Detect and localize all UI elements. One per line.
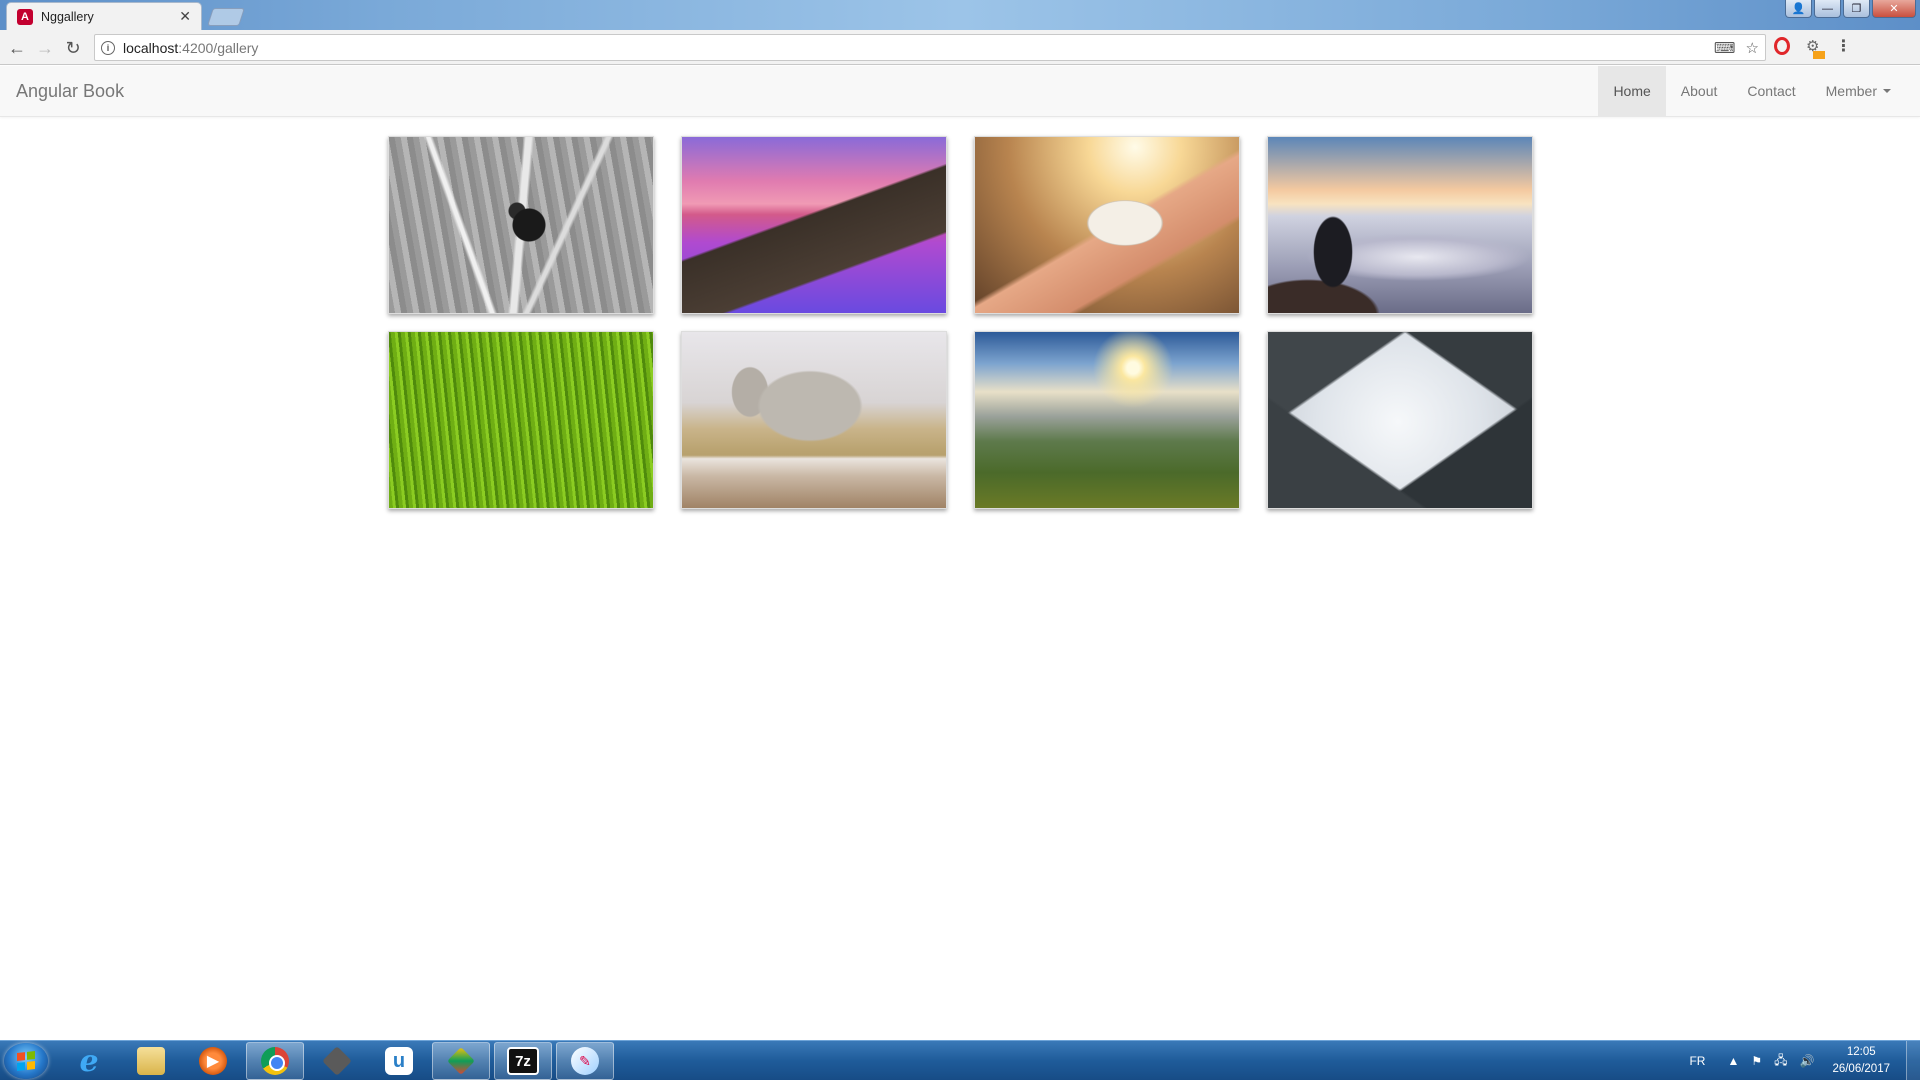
caret-down-icon [1883,89,1891,93]
tab-title: Nggallery [41,9,94,24]
opera-extension-icon[interactable] [1774,37,1790,55]
address-bar[interactable]: i localhost:4200/gallery ⌨ ☆ [94,34,1766,61]
browser-menu-icon[interactable]: ⋮ [1835,36,1851,56]
navbar-brand[interactable]: Angular Book [16,81,124,102]
windows-taskbar: e ▶ u 7z ✎ FR ▲ ⚑ 🖧 🔊 12:05 26/06/2017 [0,1040,1920,1081]
gallery-image-ladybug[interactable] [388,136,654,314]
site-navbar: Angular Book Home About Contact Member [0,66,1920,117]
gallery-image-hills-sunset[interactable] [974,331,1240,509]
system-clock[interactable]: 12:05 26/06/2017 [1832,1044,1890,1078]
nav-link-about[interactable]: About [1666,66,1733,116]
url-text: localhost:4200/gallery [123,39,259,56]
browser-tab[interactable]: A Nggallery ✕ [6,2,202,30]
paint-icon: ✎ [571,1047,599,1075]
browser-tabstrip: A Nggallery ✕ 👤 — ❐ ✕ [0,0,1920,30]
language-indicator[interactable]: FR [1689,1054,1705,1068]
volume-icon[interactable]: 🔊 [1799,1054,1814,1068]
gallery-image-man-above-clouds[interactable] [1267,136,1533,314]
taskbar-7zip[interactable]: 7z [494,1042,552,1080]
translate-icon[interactable]: ⌨ [1714,39,1736,57]
taskbar-media-player[interactable]: ▶ [184,1042,242,1080]
diamond-app-icon [447,1047,475,1075]
browser-toolbar: ← → ↻ i localhost:4200/gallery ⌨ ☆ ⚙ ⋮ [0,30,1920,65]
taskbar-paint[interactable]: ✎ [556,1042,614,1080]
gallery-image-elephant[interactable] [681,331,947,509]
navbar-links: Home About Contact Member [1598,66,1906,116]
member-label: Member [1825,83,1877,99]
gallery-image-pier-sunset[interactable] [681,136,947,314]
maximize-button[interactable]: ❐ [1843,0,1870,18]
nav-link-contact[interactable]: Contact [1732,66,1810,116]
gallery-image-skyscrapers[interactable] [1267,331,1533,509]
action-center-flag-icon[interactable]: ⚑ [1751,1054,1762,1068]
user-profile-icon[interactable]: 👤 [1785,0,1812,18]
close-tab-icon[interactable]: ✕ [179,8,191,25]
nav-link-home[interactable]: Home [1598,66,1666,116]
taskbar-diamond-app[interactable] [432,1042,490,1080]
media-player-icon: ▶ [199,1047,227,1075]
extension-icon[interactable]: ⚙ [1806,37,1826,59]
clock-date: 26/06/2017 [1832,1063,1890,1075]
site-info-icon[interactable]: i [101,40,115,55]
window-controls: 👤 — ❐ ✕ [1785,0,1916,18]
start-button[interactable] [4,1043,48,1079]
show-desktop-button[interactable] [1906,1041,1920,1081]
chrome-icon [261,1047,289,1075]
folder-icon [137,1047,165,1075]
gallery-image-phone-photo[interactable] [974,136,1240,314]
angular-favicon-icon: A [17,8,33,25]
show-hidden-icons-icon[interactable]: ▲ [1727,1054,1739,1068]
internet-explorer-icon: e [79,1043,99,1079]
forward-arrow-icon[interactable]: → [34,37,56,59]
reload-icon[interactable]: ↻ [62,37,84,59]
system-tray: FR ▲ ⚑ 🖧 🔊 12:05 26/06/2017 [1689,1041,1920,1081]
network-icon[interactable]: 🖧 [1774,1051,1787,1072]
close-window-button[interactable]: ✕ [1872,0,1916,18]
nav-link-member-dropdown[interactable]: Member [1811,66,1906,116]
taskbar-box-app[interactable] [308,1042,366,1080]
taskbar-file-explorer[interactable] [122,1042,180,1080]
minimize-button[interactable]: — [1814,0,1841,18]
new-tab-button[interactable] [207,8,245,26]
taskbar-chrome[interactable] [246,1042,304,1080]
back-arrow-icon[interactable]: ← [6,37,28,59]
bookmark-star-icon[interactable]: ☆ [1746,39,1759,57]
ultraedit-icon: u [385,1047,413,1075]
gallery-image-green-grass[interactable] [388,331,654,509]
taskbar-ultraedit[interactable]: u [370,1042,428,1080]
taskbar-internet-explorer[interactable]: e [60,1042,118,1080]
windows-logo-icon [17,1051,35,1071]
clock-time: 12:05 [1846,1046,1876,1058]
box-app-icon [322,1046,352,1076]
7zip-icon: 7z [507,1047,539,1075]
